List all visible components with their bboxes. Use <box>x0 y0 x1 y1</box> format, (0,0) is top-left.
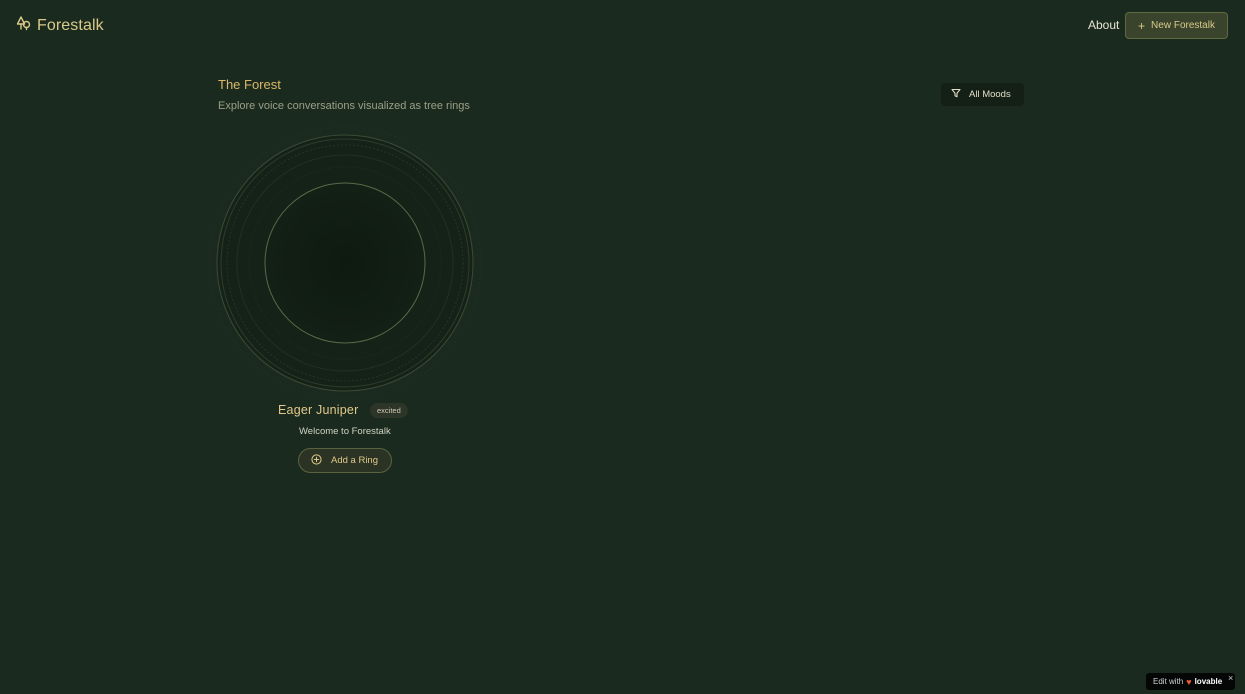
add-ring-label: Add a Ring <box>331 455 379 466</box>
tree-name[interactable]: Eager Juniper <box>278 403 358 417</box>
header: Forestalk About + New Forestalk <box>0 0 1245 52</box>
brand-name: Forestalk <box>37 16 104 34</box>
mood-filter-label: All Moods <box>969 89 1011 100</box>
tree-logo-icon <box>15 15 31 36</box>
page: Forestalk About + New Forestalk The Fore… <box>0 0 1245 694</box>
mood-badge: excited <box>370 403 408 418</box>
tree-ring-visual[interactable] <box>205 125 485 405</box>
plus-circle-icon <box>311 453 322 468</box>
close-icon[interactable]: × <box>1228 673 1233 683</box>
new-forestalk-label: New Forestalk <box>1151 20 1215 31</box>
tree-description: Welcome to Forestalk <box>299 426 391 437</box>
heart-icon: ♥ <box>1186 676 1192 687</box>
page-subtitle: Explore voice conversations visualized a… <box>218 100 470 112</box>
add-ring-button[interactable]: Add a Ring <box>298 448 392 473</box>
filter-icon <box>951 88 961 101</box>
lovable-prefix: Edit with <box>1153 677 1184 686</box>
nav-about-link[interactable]: About <box>1088 18 1119 32</box>
brand-link[interactable]: Forestalk <box>15 15 104 36</box>
lovable-brand: lovable <box>1194 677 1223 686</box>
inner-core-ring <box>264 182 426 344</box>
mood-filter-button[interactable]: All Moods <box>941 83 1024 106</box>
new-forestalk-button[interactable]: + New Forestalk <box>1125 12 1228 39</box>
page-title: The Forest <box>218 77 281 92</box>
plus-icon: + <box>1138 18 1146 33</box>
lovable-badge[interactable]: Edit with ♥ lovable <box>1146 673 1235 690</box>
tree-rings-svg <box>208 126 482 400</box>
